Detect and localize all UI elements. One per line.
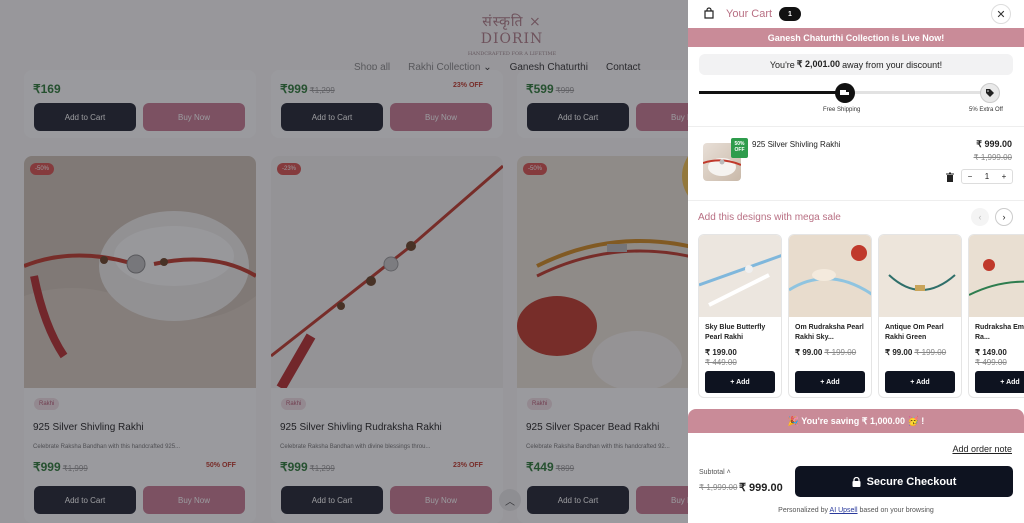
upsell-add-button[interactable]: + Add (885, 371, 955, 393)
upsell-image (699, 235, 781, 317)
cart-item-compare-price: ₹ 1,999.00 (973, 153, 1012, 162)
subtotal-toggle[interactable]: Subtotal ˄ (699, 469, 731, 476)
milestone-label: Free Shipping (823, 107, 861, 113)
upsell-carousel: Sky Blue Butterfly Pearl Rakhi ₹ 199.00 … (698, 234, 1024, 398)
cart-header: Your Cart 1 ✕ (688, 0, 1024, 28)
upsell-card[interactable]: Rudraksha Emerald Ra... ₹ 149.00 ₹ 499.0… (968, 234, 1024, 398)
truck-icon (840, 90, 849, 95)
cart-item-price: ₹ 999.00 (976, 139, 1012, 149)
upsell-compare-price: ₹ 449.00 (705, 358, 737, 367)
upsell-add-button[interactable]: + Add (795, 371, 865, 393)
ai-upsell-link[interactable]: AI Upsell (830, 507, 858, 514)
upsell-price: ₹ 149.00 (975, 348, 1007, 357)
upsell-add-button[interactable]: + Add (705, 371, 775, 393)
milestone-label: 5% Extra Off (969, 107, 1003, 113)
quantity-value[interactable]: 1 (979, 172, 995, 181)
upsell-name: Om Rudraksha Pearl Rakhi Sky... (795, 324, 864, 341)
milestone-free-shipping (835, 83, 855, 103)
footer-prefix: Personalized by (778, 507, 828, 514)
progress-fill (699, 91, 845, 94)
away-prefix: You're (769, 59, 795, 70)
upsell-add-button[interactable]: + Add (975, 371, 1024, 393)
close-cart-button[interactable]: ✕ (991, 4, 1011, 24)
quantity-stepper: − 1 + (961, 169, 1013, 184)
upsell-price: ₹ 199.00 (705, 348, 737, 357)
divider (688, 126, 1024, 127)
upsell-price: ₹ 99.00 ₹ 199.00 (795, 348, 857, 357)
personalization-note: Personalized by AI Upsell based on your … (688, 507, 1024, 514)
upsell-image (969, 235, 1024, 317)
shopping-bag-icon (704, 7, 714, 19)
subtotal-label: Subtotal (699, 469, 725, 476)
chevron-left-icon: ‹ (978, 212, 982, 222)
cart-count-badge: 1 (779, 7, 801, 21)
upsell-name: Antique Om Pearl Rakhi Green (885, 324, 944, 341)
trash-icon[interactable] (945, 172, 955, 182)
lock-icon (852, 476, 861, 487)
upsell-name: Rudraksha Emerald Ra... (975, 324, 1024, 341)
cart-item-name[interactable]: 925 Silver Shivling Rakhi (752, 140, 841, 149)
upsell-card[interactable]: Sky Blue Butterfly Pearl Rakhi ₹ 199.00 … (698, 234, 782, 398)
upsell-prev-button[interactable]: ‹ (971, 208, 989, 226)
milestone-extra-off (980, 83, 1000, 103)
divider (688, 200, 1024, 201)
upsell-image (879, 235, 961, 317)
upsell-compare-price: ₹ 499.00 (975, 358, 1007, 367)
chevron-up-icon: ˄ (726, 469, 731, 476)
secure-checkout-button[interactable]: Secure Checkout (795, 466, 1013, 497)
close-icon: ✕ (996, 8, 1006, 21)
checkout-label: Secure Checkout (866, 475, 957, 488)
away-amount: ₹ 2,001.00 (796, 59, 841, 69)
upsell-heading: Add this designs with mega sale (698, 212, 841, 223)
discount-progress-message: You're ₹ 2,001.00 away from your discoun… (699, 54, 1013, 75)
decrease-quantity-button[interactable]: − (962, 172, 978, 181)
upsell-image (789, 235, 871, 317)
drawer-backdrop[interactable] (0, 0, 688, 523)
upsell-name: Sky Blue Butterfly Pearl Rakhi (705, 324, 766, 341)
upsell-price: ₹ 99.00 ₹ 199.00 (885, 348, 947, 357)
upsell-card[interactable]: Antique Om Pearl Rakhi Green ₹ 99.00 ₹ 19… (878, 234, 962, 398)
add-order-note-link[interactable]: Add order note (952, 444, 1012, 454)
savings-banner: 🎉 You're saving ₹ 1,000.00 🥳 ! (688, 409, 1024, 433)
upsell-card[interactable]: Om Rudraksha Pearl Rakhi Sky... ₹ 99.00 ₹… (788, 234, 872, 398)
cart-title: Your Cart (726, 8, 773, 20)
away-suffix: away from your discount! (842, 59, 943, 70)
footer-suffix: based on your browsing (859, 507, 934, 514)
announcement-bar: Ganesh Chaturthi Collection is Live Now! (688, 28, 1024, 47)
cart-drawer: Your Cart 1 ✕ Ganesh Chaturthi Collectio… (688, 0, 1024, 523)
item-discount-badge: 50% OFF (731, 138, 748, 158)
chevron-right-icon: › (1002, 212, 1006, 222)
upsell-next-button[interactable]: › (995, 208, 1013, 226)
subtotal-value: ₹ 999.00 (739, 482, 783, 494)
tag-icon (986, 89, 994, 97)
subtotal-compare-price: ₹ 1,999.00 (699, 483, 738, 492)
increase-quantity-button[interactable]: + (996, 172, 1012, 181)
